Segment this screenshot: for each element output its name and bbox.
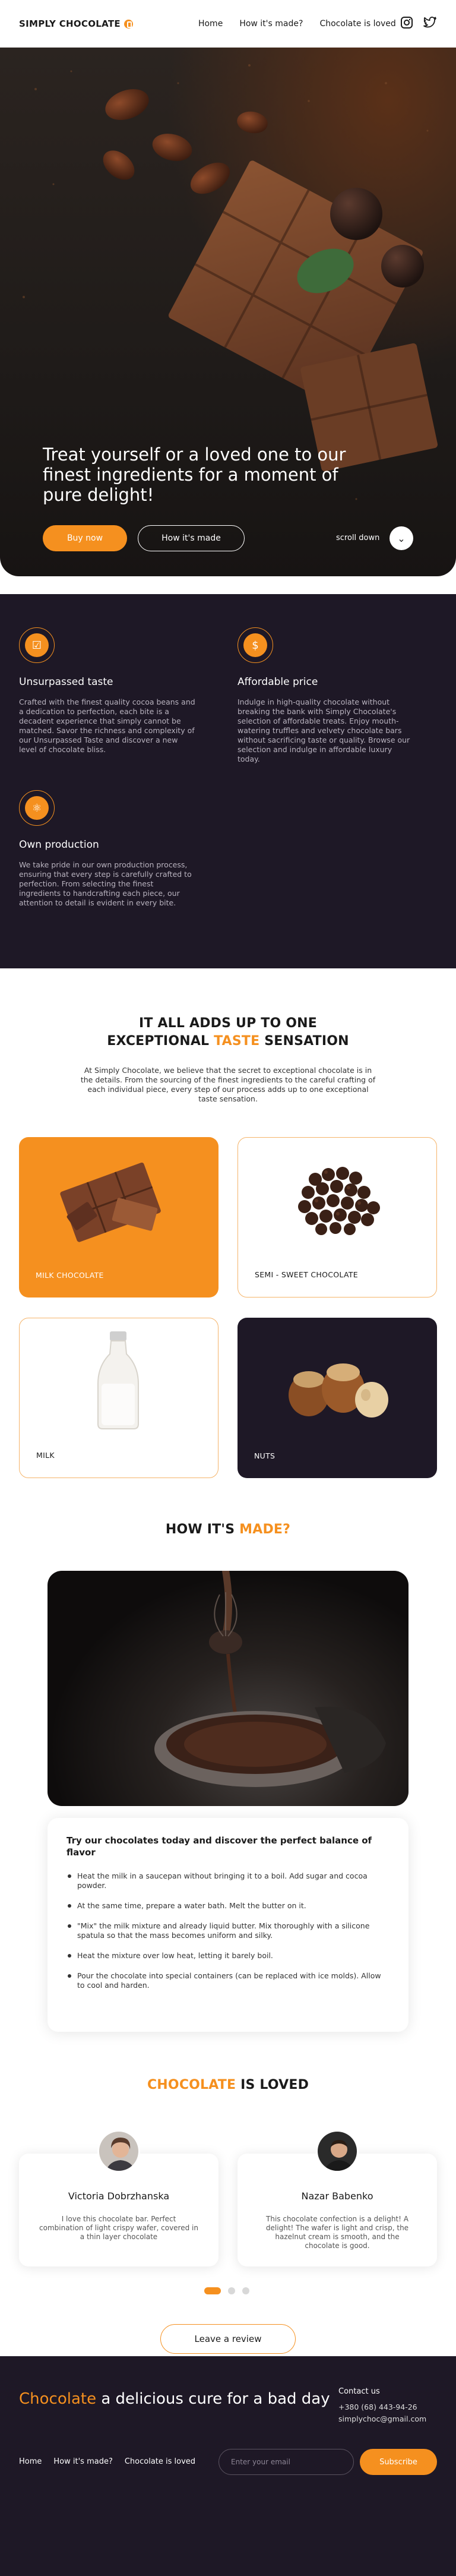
features-section: ☑ Unsurpassed taste Crafted with the fin…: [0, 594, 456, 968]
scroll-down-button[interactable]: ⌄: [390, 526, 413, 550]
recipe-steps: Heat the milk in a saucepan without brin…: [66, 1871, 390, 1990]
feature-affordable-price: $ Affordable price Indulge in high-quali…: [238, 627, 416, 764]
card-label: MILK: [36, 1451, 55, 1460]
chevron-down-icon: ⌄: [397, 532, 406, 544]
footer-nav: Home How it's made? Chocolate is loved: [19, 2457, 195, 2466]
review-pagination: [204, 2287, 249, 2294]
chocolate-logo-icon: [124, 19, 133, 29]
feature-icon-ring: $: [238, 627, 273, 663]
product-card-semi-sweet[interactable]: SEMI - SWEET CHOCOLATE: [238, 1137, 437, 1298]
feature-text: We take pride in our own production proc…: [19, 860, 192, 907]
loved-title-post: IS LOVED: [236, 2078, 309, 2092]
milk-bottle-image: [97, 1331, 139, 1429]
adds-up-title-post: SENSATION: [259, 1034, 349, 1049]
review-card: Nazar Babenko This chocolate confection …: [238, 2130, 437, 2266]
adds-up-text: At Simply Chocolate, we believe that the…: [80, 1066, 376, 1103]
recipe-step: "Mix" the milk mixture and already liqui…: [66, 1921, 390, 1940]
dollar-icon: $: [243, 633, 267, 657]
avatar: [316, 2130, 359, 2173]
footer-tagline-rest: a delicious cure for a bad day: [96, 2390, 330, 2408]
footer-tagline: Chocolate a delicious cure for a bad day: [19, 2389, 330, 2408]
instagram-icon[interactable]: [400, 16, 413, 31]
footer-nav-chocolate-loved[interactable]: Chocolate is loved: [125, 2457, 195, 2466]
subscribe-button[interactable]: Subscribe: [360, 2449, 437, 2475]
adds-up-title-line1: IT ALL ADDS UP TO ONE: [139, 1016, 317, 1031]
contact-heading: Contact us: [338, 2387, 380, 2396]
main-nav: Home How it's made? Chocolate is loved: [198, 19, 396, 29]
avatar: [97, 2130, 140, 2173]
feature-icon-ring: ☑: [19, 627, 55, 663]
footer-nav-home[interactable]: Home: [19, 2457, 42, 2466]
contact-phone[interactable]: +380 (68) 443-94-26: [338, 2401, 426, 2413]
brand-logo[interactable]: SIMPLY CHOCOLATE: [19, 18, 133, 29]
recipe-step: At the same time, prepare a water bath. …: [66, 1901, 390, 1911]
site-footer: Chocolate a delicious cure for a bad day…: [0, 2356, 456, 2576]
contact-email[interactable]: simplychoc@gmail.com: [338, 2413, 426, 2425]
feature-icon-ring: ⚛: [19, 790, 55, 826]
card-label: NUTS: [254, 1451, 276, 1460]
whisk-pouring-illustration: [154, 1571, 386, 1787]
pagination-dot[interactable]: [242, 2287, 249, 2294]
how-made-title-accent: MADE?: [239, 1522, 291, 1537]
feature-title: Unsurpassed taste: [19, 676, 113, 688]
review-text: I love this chocolate bar. Perfect combi…: [39, 2215, 198, 2241]
card-label: MILK CHOCOLATE: [36, 1271, 104, 1280]
loved-title: CHOCOLATE IS LOVED: [0, 2076, 456, 2094]
footer-nav-how-made[interactable]: How it's made?: [53, 2457, 112, 2466]
adds-up-title-pre: EXCEPTIONAL: [107, 1034, 214, 1049]
feature-own-production: ⚛ Own production We take pride in our ow…: [19, 790, 197, 908]
recipe-step: Pour the chocolate into special containe…: [66, 1971, 390, 1990]
pagination-dot-active[interactable]: [204, 2287, 221, 2294]
card-label: SEMI - SWEET CHOCOLATE: [255, 1270, 358, 1279]
recipe-card: Try our chocolates today and discover th…: [48, 1818, 408, 2032]
buy-now-button[interactable]: Buy now: [43, 525, 127, 551]
how-made-title-pre: HOW IT'S: [165, 1522, 240, 1537]
email-input[interactable]: [218, 2449, 354, 2475]
page: SIMPLY CHOCOLATE Home How it's made? Cho…: [0, 0, 456, 2576]
how-its-made-button[interactable]: How it's made: [138, 525, 245, 551]
review-text: This chocolate confection is a delight! …: [265, 2215, 409, 2250]
hero-section: Treat yourself or a loved one to our fin…: [0, 48, 456, 576]
social-links: [400, 16, 437, 31]
recipe-step: Heat the milk in a saucepan without brin…: [66, 1871, 390, 1890]
review-card: Victoria Dobrzhanska I love this chocola…: [19, 2130, 218, 2266]
feature-title: Affordable price: [238, 676, 318, 688]
product-card-nuts[interactable]: NUTS: [238, 1318, 437, 1478]
adds-up-title: IT ALL ADDS UP TO ONE EXCEPTIONAL TASTE …: [0, 1015, 456, 1050]
hazelnuts-image: [289, 1363, 388, 1418]
contact-block: Contact us +380 (68) 443-94-26 simplycho…: [338, 2386, 426, 2425]
chocolate-chips-image: [298, 1167, 380, 1235]
whisk-icon: ⚛: [25, 796, 49, 820]
site-header: SIMPLY CHOCOLATE Home How it's made? Cho…: [0, 0, 456, 48]
footer-tagline-accent: Chocolate: [19, 2390, 97, 2408]
nav-how-made[interactable]: How it's made?: [239, 19, 303, 29]
pagination-dot[interactable]: [228, 2287, 235, 2294]
feature-text: Crafted with the finest quality cocoa be…: [19, 697, 195, 754]
leave-review-button[interactable]: Leave a review: [160, 2324, 296, 2354]
adds-up-title-accent: TASTE: [214, 1034, 260, 1049]
nav-chocolate-loved[interactable]: Chocolate is loved: [319, 19, 395, 29]
milk-chocolate-image: [60, 1162, 161, 1242]
reviewer-name: Victoria Dobrzhanska: [68, 2190, 170, 2202]
feature-text: Indulge in high-quality chocolate withou…: [238, 697, 410, 763]
recipe-step: Heat the mixture over low heat, letting …: [66, 1951, 390, 1961]
product-card-milk-chocolate[interactable]: MILK CHOCOLATE: [19, 1137, 218, 1298]
reviewer-name: Nazar Babenko: [301, 2190, 373, 2202]
twitter-icon[interactable]: [423, 16, 437, 31]
nav-home[interactable]: Home: [198, 19, 223, 29]
scroll-down-label: scroll down: [336, 533, 380, 542]
product-card-milk[interactable]: MILK: [19, 1318, 218, 1478]
hero-title: Treat yourself or a loved one to our fin…: [43, 444, 346, 505]
how-made-title: HOW IT'S MADE?: [0, 1521, 456, 1539]
feature-title: Own production: [19, 839, 99, 851]
feature-unsurpassed-taste: ☑ Unsurpassed taste Crafted with the fin…: [19, 627, 197, 755]
chocolate-making-image: [48, 1571, 408, 1806]
shield-icon: ☑: [25, 633, 49, 657]
brand-name: SIMPLY CHOCOLATE: [19, 18, 121, 29]
recipe-title: Try our chocolates today and discover th…: [66, 1835, 372, 1858]
loved-title-accent: CHOCOLATE: [147, 2078, 236, 2092]
